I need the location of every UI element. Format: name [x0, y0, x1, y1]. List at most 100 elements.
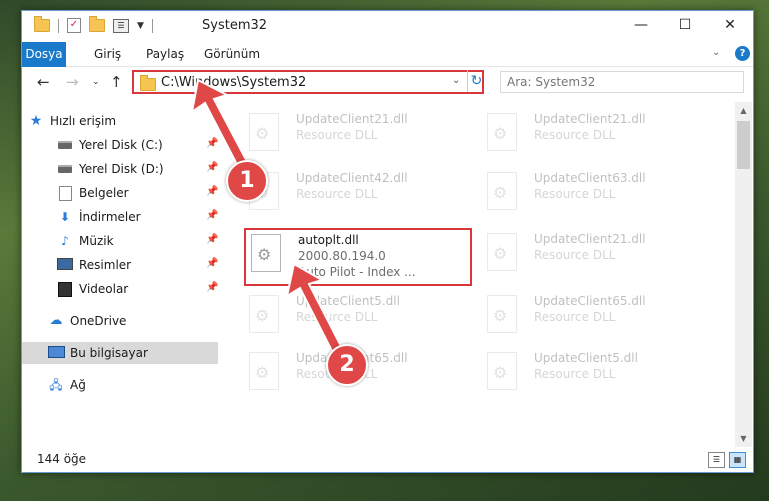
sidebar-item-local-disk-c[interactable]: Yerel Disk (C:) [57, 134, 163, 156]
sidebar-item-videos[interactable]: Videolar [57, 278, 128, 300]
file-item[interactable]: UpdateClient5.dll Resource DLL [244, 291, 469, 343]
tab-view[interactable]: Görünüm [194, 42, 270, 66]
file-name: UpdateClient21.dll [534, 112, 646, 126]
explorer-window: ✓ ☰ ▼ System32 — ☐ ✕ Dosya Giriş Paylaş … [21, 10, 754, 473]
scrollbar-thumb[interactable] [737, 121, 750, 169]
back-arrow-icon[interactable]: ← [37, 73, 50, 91]
sidebar-item-documents[interactable]: Belgeler [57, 182, 129, 204]
scroll-up-icon[interactable]: ▲ [735, 102, 752, 119]
pin-icon[interactable]: 📌 [206, 234, 218, 245]
sidebar-item-label: Yerel Disk (D:) [79, 162, 164, 176]
sidebar-item-label: Müzik [79, 234, 114, 248]
forward-arrow-icon[interactable]: → [66, 73, 79, 91]
close-button[interactable]: ✕ [708, 11, 752, 42]
sidebar-item-label: OneDrive [70, 314, 127, 328]
sidebar-item-pictures[interactable]: Resimler [57, 254, 131, 276]
file-item[interactable]: UpdateClient21.dll Resource DLL [482, 109, 707, 161]
file-item[interactable]: UpdateClient63.dll Resource DLL [482, 168, 707, 220]
documents-icon [57, 186, 73, 201]
music-icon: ♪ [61, 234, 69, 248]
file-type: Resource DLL [534, 367, 616, 381]
file-item[interactable]: UpdateClient21.dll Resource DLL [244, 109, 469, 161]
videos-icon [57, 282, 73, 297]
file-type: Resource DLL [296, 187, 378, 201]
pin-icon[interactable]: 📌 [206, 258, 218, 269]
file-name: UpdateClient21.dll [296, 112, 408, 126]
folder-icon [34, 16, 50, 32]
sidebar-item-onedrive[interactable]: ☁ OneDrive [48, 310, 127, 332]
dll-file-icon [487, 113, 517, 151]
sidebar-item-label: Resimler [79, 258, 132, 272]
properties-check-icon[interactable]: ✓ [67, 18, 81, 33]
drive-icon [57, 138, 73, 152]
search-input[interactable] [501, 72, 743, 92]
vertical-scrollbar[interactable]: ▲ ▼ [735, 102, 752, 447]
file-item-selected[interactable]: autoplt.dll 2000.80.194.0 Auto Pilot - I… [244, 228, 472, 286]
file-type: Resource DLL [534, 128, 616, 142]
address-bar[interactable]: C:\Windows\System32 ⌄ ↻ [132, 70, 484, 94]
dll-file-icon [487, 352, 517, 390]
item-count: 144 öğe [37, 452, 87, 466]
step-2-badge: 2 [326, 344, 368, 386]
search-box[interactable] [500, 71, 744, 93]
dll-file-icon [249, 113, 279, 151]
file-name: UpdateClient63.dll [534, 171, 646, 185]
sidebar-item-network[interactable]: 🖧 Ağ [48, 374, 86, 396]
qat-dropdown-icon[interactable]: ▼ [137, 21, 144, 31]
file-item[interactable]: UpdateClient65.dll Resource DLL [482, 291, 707, 343]
file-item[interactable]: UpdateClient21.dll Resource DLL [482, 229, 707, 281]
up-arrow-icon[interactable]: ↑ [110, 73, 123, 91]
new-folder-icon[interactable] [89, 16, 105, 32]
sidebar-item-downloads[interactable]: ⬇ İndirmeler [57, 206, 141, 228]
customize-icon[interactable]: ☰ [113, 18, 129, 33]
ribbon-expand-icon[interactable]: ⌄ [712, 47, 720, 58]
sidebar-item-this-pc[interactable]: Bu bilgisayar [22, 342, 218, 364]
tab-home[interactable]: Giriş [84, 42, 131, 66]
downloads-icon: ⬇ [59, 210, 71, 224]
details-view-icon[interactable]: ☰ [708, 452, 725, 468]
computer-icon [48, 346, 65, 360]
pin-icon[interactable]: 📌 [206, 210, 218, 221]
dll-file-icon [487, 172, 517, 210]
sidebar-item-local-disk-d[interactable]: Yerel Disk (D:) [57, 158, 164, 180]
address-path[interactable]: C:\Windows\System32 [161, 75, 306, 90]
pin-icon[interactable]: 📌 [206, 186, 218, 197]
file-type: Resource DLL [534, 187, 616, 201]
help-icon[interactable]: ? [735, 46, 750, 61]
sidebar-item-music[interactable]: ♪ Müzik [57, 230, 114, 252]
file-name: UpdateClient65.dll [534, 294, 646, 308]
file-name: UpdateClient42.dll [296, 171, 408, 185]
tab-share[interactable]: Paylaş [136, 42, 194, 66]
sidebar-item-label: Hızlı erişim [50, 114, 117, 128]
file-list: UpdateClient21.dll Resource DLL UpdateCl… [222, 105, 732, 445]
large-icons-view-icon[interactable]: ▦ [729, 452, 746, 468]
minimize-button[interactable]: — [619, 11, 663, 42]
pin-icon[interactable]: 📌 [206, 162, 218, 173]
ribbon: Dosya Giriş Paylaş Görünüm ⌄ ? [22, 42, 753, 94]
address-dropdown-icon[interactable]: ⌄ [452, 75, 460, 86]
quick-access-toolbar: ✓ ☰ ▼ [34, 16, 153, 33]
star-icon: ★ [29, 113, 43, 129]
scroll-down-icon[interactable]: ▼ [735, 430, 752, 447]
dll-file-icon [251, 234, 281, 272]
status-bar: 144 öğe ☰ ▦ [22, 448, 753, 471]
recent-locations-icon[interactable]: ⌄ [92, 77, 100, 87]
sidebar-item-label: İndirmeler [79, 210, 141, 224]
separator [58, 18, 59, 33]
maximize-button[interactable]: ☐ [663, 11, 707, 42]
step-1-badge: 1 [226, 160, 268, 202]
file-version: 2000.80.194.0 [298, 249, 386, 263]
pin-icon[interactable]: 📌 [206, 138, 218, 149]
file-type: Resource DLL [534, 248, 616, 262]
drive-icon [57, 162, 73, 176]
file-item[interactable]: UpdateClient42.dll Resource DLL [244, 168, 469, 220]
sidebar-item-quick-access[interactable]: ★ Hızlı erişim [28, 110, 116, 132]
dll-file-icon [249, 295, 279, 333]
refresh-icon[interactable]: ↻ [467, 70, 485, 92]
pin-icon[interactable]: 📌 [206, 282, 218, 293]
title-bar: ✓ ☰ ▼ System32 — ☐ ✕ [22, 11, 753, 42]
file-type: Resource DLL [296, 128, 378, 142]
file-item[interactable]: UpdateClient5.dll Resource DLL [482, 348, 707, 400]
file-name: UpdateClient5.dll [296, 294, 400, 308]
dll-file-icon [487, 295, 517, 333]
